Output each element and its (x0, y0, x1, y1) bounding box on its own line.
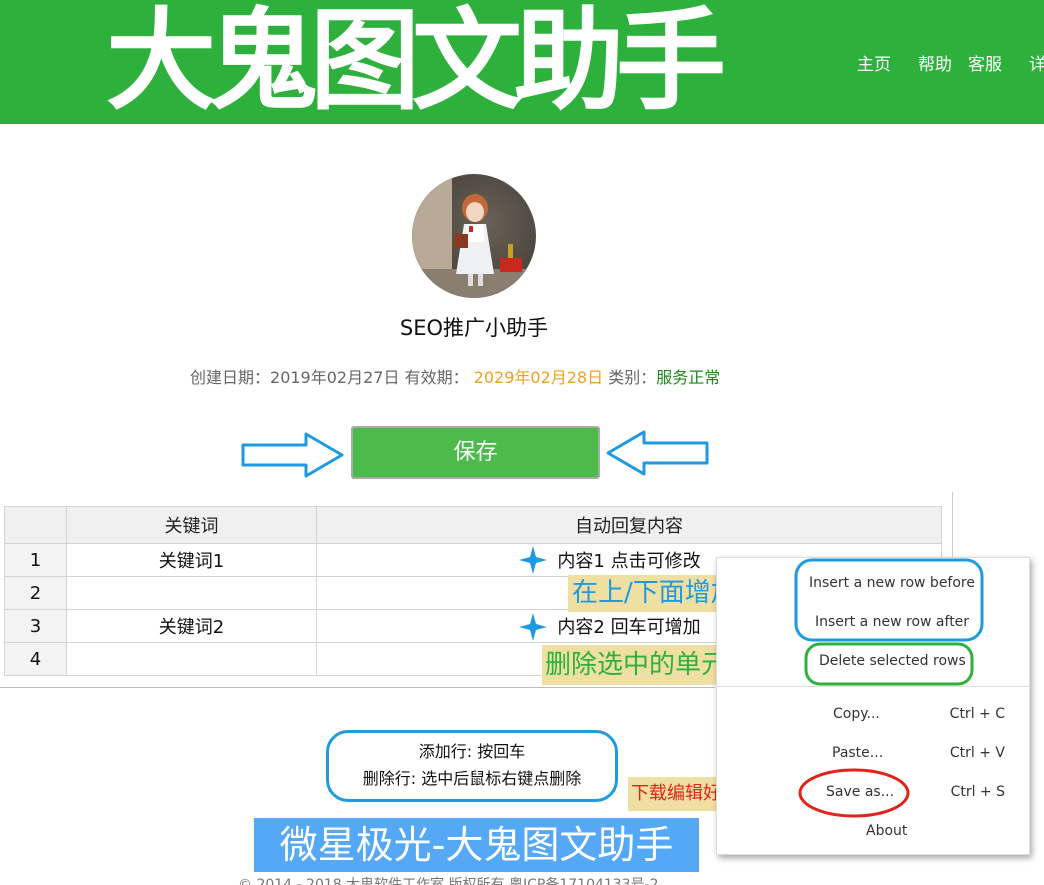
left-arrow-icon (606, 430, 709, 476)
help-bubble: 添加行: 按回车 删除行: 选中后鼠标右键点删除 (326, 730, 618, 802)
grid-bottom-line (0, 687, 715, 688)
copy-shortcut: Ctrl + C (949, 706, 1005, 722)
paste-shortcut: Ctrl + V (949, 745, 1005, 761)
menu-paste[interactable]: Paste... (832, 745, 883, 761)
nav-home[interactable]: 主页 (857, 50, 891, 75)
valid-date: 2029年02月28日 (473, 368, 604, 387)
row-number[interactable]: 3 (4, 609, 67, 643)
nav-help[interactable]: 帮助 (918, 50, 952, 75)
menu-insert-row-before[interactable]: Insert a new row before (809, 575, 975, 591)
created-label: 创建日期： (190, 368, 271, 387)
row-number[interactable]: 1 (4, 543, 67, 577)
created-date: 2019年02月27日 (270, 368, 400, 387)
sparkle-icon (519, 546, 547, 574)
context-menu: Insert a new row before Insert a new row… (716, 557, 1030, 855)
category-label: 类别： (608, 368, 657, 387)
menu-insert-row-after[interactable]: Insert a new row after (815, 614, 969, 630)
footer-copyright: © 2014 - 2018 大鬼软件工作室 版权所有 粤ICP备17104133… (238, 877, 659, 885)
keyword-cell[interactable] (66, 576, 317, 610)
nav-details[interactable]: 详 (1029, 50, 1044, 75)
brand-logo-text: 大鬼图文助手 (106, 0, 726, 125)
reply-column-header[interactable]: 自动回复内容 (316, 506, 942, 544)
menu-delete-rows[interactable]: Delete selected rows (819, 653, 966, 669)
menu-about[interactable]: About (866, 823, 907, 839)
keyword-cell[interactable] (66, 642, 317, 676)
site-header: 大鬼图文助手 主页 帮助 客服 详 (0, 0, 1044, 124)
banner-title: 微星极光-大鬼图文助手 (254, 818, 699, 872)
keyword-cell[interactable]: 关键词1 (66, 543, 317, 577)
status-text: 服务正常 (656, 368, 721, 387)
save-button[interactable]: 保存 (351, 426, 600, 479)
keyword-column-header[interactable]: 关键词 (66, 506, 317, 544)
avatar (412, 174, 536, 298)
menu-save-as[interactable]: Save as... (826, 784, 894, 800)
table-header-row: 关键词 自动回复内容 (4, 506, 942, 544)
save-shortcut: Ctrl + S (950, 784, 1005, 800)
keyword-cell[interactable]: 关键词2 (66, 609, 317, 643)
help-add-row: 添加行: 按回车 (418, 742, 526, 761)
menu-copy[interactable]: Copy... (833, 706, 880, 722)
row-number[interactable]: 4 (4, 642, 67, 676)
app-name: SEO推广小助手 (399, 316, 549, 340)
avatar-figure-image (412, 174, 536, 298)
corner-header[interactable] (4, 506, 67, 544)
service-meta: 创建日期：2019年02月27日 有效期： 2029年02月28日 类别：服务正… (190, 364, 720, 388)
valid-label: 有效期： (404, 368, 469, 387)
sparkle-icon (519, 613, 547, 641)
row-number[interactable]: 2 (4, 576, 67, 610)
nav-support[interactable]: 客服 (968, 50, 1002, 75)
help-delete-row: 删除行: 选中后鼠标右键点删除 (362, 769, 582, 788)
right-arrow-icon (241, 432, 344, 478)
menu-separator (717, 686, 1029, 687)
